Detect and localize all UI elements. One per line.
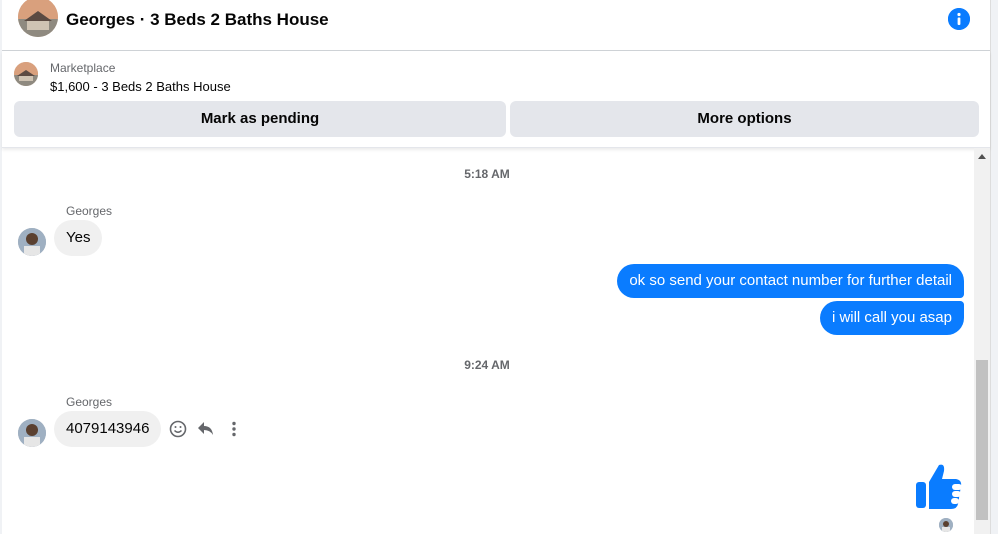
smiley-icon[interactable] bbox=[167, 418, 189, 440]
scroll-thumb[interactable] bbox=[976, 360, 988, 520]
more-options-button[interactable]: More options bbox=[510, 101, 979, 137]
contact-avatar[interactable] bbox=[18, 0, 58, 37]
marketplace-listing: Marketplace $1,600 - 3 Beds 2 Baths Hous… bbox=[2, 51, 990, 148]
sender-avatar[interactable] bbox=[18, 228, 46, 256]
scroll-up-icon[interactable] bbox=[978, 154, 986, 159]
timestamp: 5:18 AM bbox=[464, 167, 510, 181]
thread-scrollbar[interactable] bbox=[974, 148, 990, 534]
info-icon[interactable] bbox=[948, 8, 970, 30]
outgoing-message[interactable]: i will call you asap bbox=[819, 301, 964, 335]
more-vertical-icon[interactable] bbox=[223, 418, 245, 440]
message-thread: 5:18 AM Georges Yes ok so send your cont… bbox=[2, 148, 972, 534]
reply-icon[interactable] bbox=[195, 418, 217, 440]
sender-avatar[interactable] bbox=[18, 419, 46, 447]
outgoing-message[interactable]: ok so send your contact number for furth… bbox=[617, 264, 964, 298]
sender-name: Georges bbox=[66, 395, 113, 409]
listing-source: Marketplace bbox=[50, 61, 116, 75]
chat-header: Georges · 3 Beds 2 Baths House bbox=[2, 0, 990, 51]
mark-as-pending-button[interactable]: Mark as pending bbox=[14, 101, 506, 137]
listing-title[interactable]: $1,600 - 3 Beds 2 Baths House bbox=[50, 79, 231, 94]
chat-title: Georges · 3 Beds 2 Baths House bbox=[66, 10, 329, 29]
sender-name: Georges bbox=[66, 204, 113, 218]
thumbs-up-icon[interactable] bbox=[912, 460, 964, 512]
incoming-message[interactable]: Yes bbox=[54, 220, 103, 256]
seen-avatar bbox=[939, 518, 953, 532]
listing-thumbnail[interactable] bbox=[14, 62, 38, 86]
timestamp: 9:24 AM bbox=[464, 358, 510, 372]
incoming-message[interactable]: 4079143946 bbox=[54, 411, 162, 447]
chat-panel: Georges · 3 Beds 2 Baths House Marketpla… bbox=[2, 0, 991, 534]
